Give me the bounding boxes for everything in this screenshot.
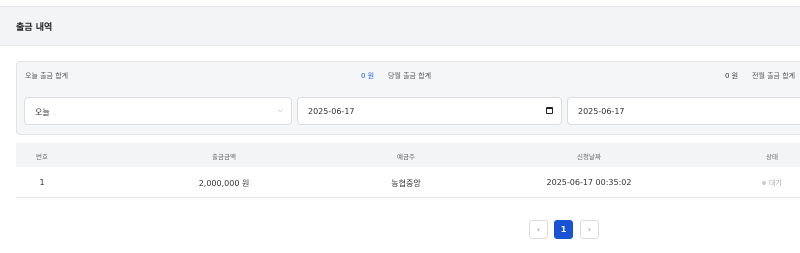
today-total-value: 0 원 <box>361 72 375 80</box>
column-header-amount: 출금금액 <box>212 153 236 161</box>
page-title: 출금 내역 <box>16 23 53 33</box>
end-date-value: 2025-06-17 <box>578 107 625 116</box>
column-header-date: 신청날짜 <box>577 153 601 161</box>
status-badge: 대기 <box>762 178 782 188</box>
period-select[interactable]: 오늘 ⌵ <box>24 97 292 125</box>
calendar-icon[interactable] <box>546 107 553 114</box>
table-header: 번호 출금금액 예금주 신청날짜 상태 <box>16 143 800 167</box>
chevron-down-icon: ⌵ <box>277 106 283 114</box>
today-total-label: 오늘 출금 합계 <box>25 72 69 80</box>
cell-date: 2025-06-17 00:35:02 <box>546 178 632 187</box>
pagination-next-button[interactable]: › <box>580 220 599 239</box>
status-dot-icon <box>762 181 767 185</box>
prev-month-total-label: 전월 출금 합계 <box>752 72 796 80</box>
start-date-value: 2025-06-17 <box>308 107 355 116</box>
column-header-status: 상태 <box>766 153 778 161</box>
pagination-page-1[interactable]: 1 <box>554 220 573 239</box>
column-header-holder: 예금주 <box>397 153 415 161</box>
page-header: 출금 내역 <box>0 6 800 46</box>
filter-panel: 오늘 출금 합계 0 원 당월 출금 합계 0 원 전월 출금 합계 오늘 ⌵ … <box>16 61 800 135</box>
table-row[interactable]: 1 2,000,000 원 농협중앙 2025-06-17 00:35:02 대… <box>16 168 800 198</box>
cell-amount: 2,000,000 원 <box>198 179 250 188</box>
month-total-label: 당월 출금 합계 <box>388 72 432 80</box>
cell-holder: 농협중앙 <box>391 179 421 188</box>
pagination-prev-button[interactable]: ‹ <box>529 220 548 239</box>
status-badge-label: 대기 <box>769 179 782 187</box>
start-date-input[interactable]: 2025-06-17 <box>297 97 562 125</box>
cell-no: 1 <box>39 178 45 187</box>
period-select-value: 오늘 <box>35 108 50 117</box>
column-header-no: 번호 <box>36 153 48 161</box>
end-date-input[interactable]: 2025-06-17 <box>567 97 800 125</box>
month-total-value: 0 원 <box>725 72 739 80</box>
